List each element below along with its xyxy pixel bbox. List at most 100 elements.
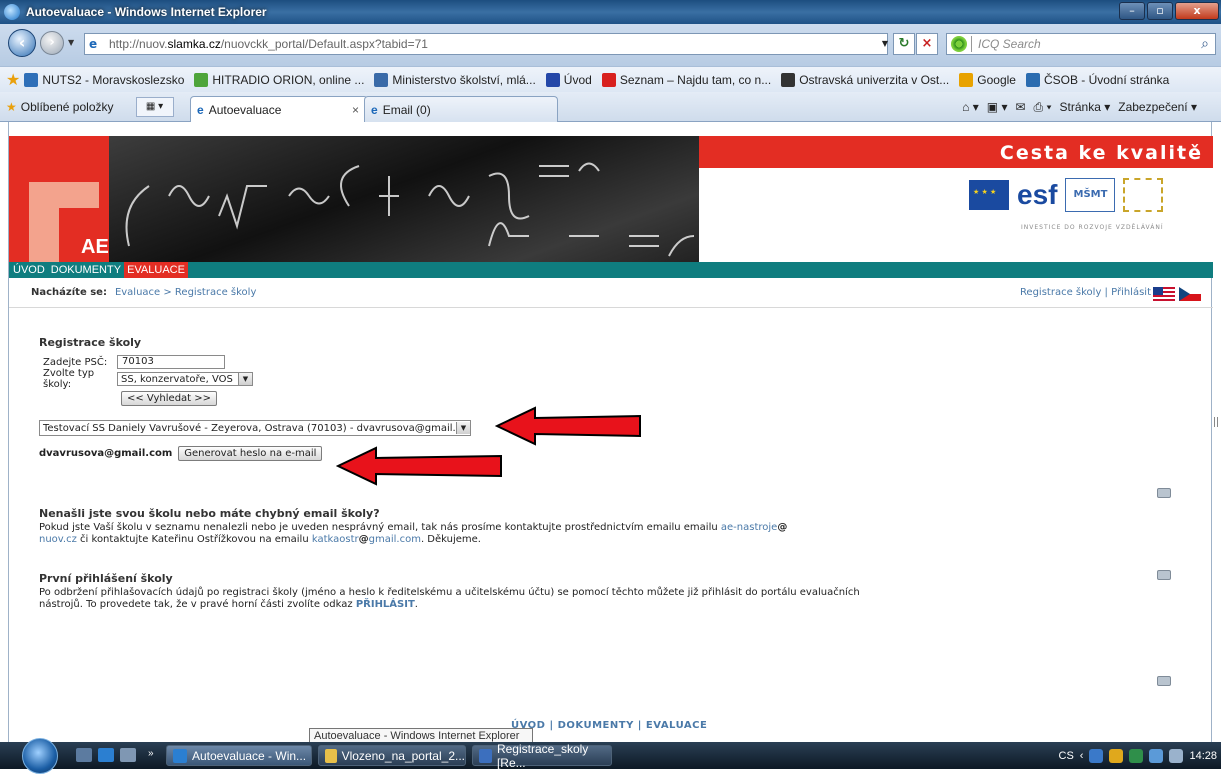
app-tray-icon[interactable]	[1129, 748, 1144, 763]
chevron-down-icon[interactable]: ▼	[238, 373, 252, 385]
stop-icon[interactable]: ×	[916, 33, 938, 55]
favorite-link[interactable]: Ministerstvo školství, mlá...	[374, 72, 536, 87]
chalk-formulas-icon	[125, 162, 695, 257]
favorite-link[interactable]: ČSOB - Úvodní stránka	[1025, 72, 1169, 87]
recent-pages-dropdown[interactable]: ▼	[68, 38, 74, 47]
help1-title: Nenašli jste svou školu nebo máte chybný…	[39, 507, 380, 520]
page-icon: e	[89, 37, 98, 51]
favorite-link[interactable]: Google	[959, 72, 1016, 87]
chevron-left-icon[interactable]: ‹	[1080, 750, 1084, 762]
page-content: AE Cesta ke kvalitě ★ ★ ★ esf MŠMT INVES…	[8, 122, 1213, 742]
footer-links[interactable]: ÚVOD | DOKUMENTY | EVALUACE	[511, 720, 707, 731]
menu-evaluace[interactable]: EVALUACE	[124, 262, 188, 278]
login-link[interactable]: PŘIHLÁSIT	[356, 599, 415, 610]
maximize-button[interactable]: ▫	[1147, 2, 1173, 20]
print-icon[interactable]: ⎙ ▾	[1034, 100, 1052, 115]
address-toolbar: ‹ › ▼ e http://nuov.slamka.cz/nuovckk_po…	[0, 24, 1221, 66]
scrollbar-grip[interactable]	[1214, 417, 1218, 427]
search-school-button[interactable]: << Vyhledat >>	[121, 390, 218, 406]
ie-page-icon: e	[371, 102, 378, 117]
breadcrumb-path[interactable]: Evaluace > Registrace školy	[115, 287, 256, 298]
language-indicator[interactable]: CS	[1059, 750, 1074, 762]
top-links[interactable]: Registrace školy | Přihlásit	[1020, 287, 1151, 298]
security-icon[interactable]	[1109, 748, 1124, 763]
favorite-site-icon	[601, 72, 616, 87]
menu-uvod[interactable]: ÚVOD	[9, 262, 48, 278]
page-menu[interactable]: Stránka ▾	[1060, 100, 1111, 114]
ie-quicklaunch-icon[interactable]	[98, 748, 114, 762]
print-icon[interactable]	[1157, 570, 1171, 580]
home-icon[interactable]: ⌂ ▾	[962, 100, 979, 114]
email-link-2[interactable]: katkaostr	[312, 534, 359, 545]
favorite-site-icon	[374, 72, 389, 87]
favorite-link[interactable]: Úvod	[545, 72, 592, 87]
help-missing-school: Nenašli jste svou školu nebo máte chybný…	[39, 507, 1199, 546]
network-icon[interactable]	[1089, 748, 1104, 763]
address-url[interactable]: http://nuov.slamka.cz/nuovckk_portal/Def…	[109, 37, 428, 51]
icq-flower-icon[interactable]	[951, 36, 967, 52]
favorite-link[interactable]: Ostravská univerzita v Ost...	[781, 72, 949, 87]
favorites-star-icon[interactable]: ★	[6, 70, 20, 90]
uk-flag-icon[interactable]	[1153, 287, 1175, 301]
psc-input[interactable]: 70103	[117, 355, 225, 369]
esf-logo: esf	[1017, 179, 1058, 210]
investice-text: INVESTICE DO ROZVOJE VZDĚLÁVÁNÍ	[1021, 224, 1164, 231]
close-tab-icon[interactable]: ×	[352, 103, 359, 117]
email-domain-link[interactable]: nuov.cz	[39, 534, 77, 545]
safety-menu[interactable]: Zabezpečení ▾	[1118, 100, 1197, 114]
forward-button[interactable]: ›	[40, 31, 64, 55]
refresh-icon[interactable]: ↻	[893, 33, 915, 55]
school-type-select[interactable]: SŠ, konzervatoře, VOŠ ▼	[117, 372, 253, 386]
speaker-icon[interactable]	[1169, 748, 1184, 763]
print-icon[interactable]	[1157, 488, 1171, 498]
favorite-site-icon	[1025, 72, 1040, 87]
tab-autoevaluace[interactable]: e Autoevaluace ×	[190, 96, 368, 122]
search-input[interactable]: ICQ Search	[978, 37, 1195, 51]
partner-logos: esf MŠMT	[969, 178, 1164, 212]
favorite-link[interactable]: Seznam – Najdu tam, co n...	[601, 72, 771, 87]
chevron-down-icon[interactable]: ▼	[456, 422, 470, 434]
help2-text: Po odbržení přihlašovacích údajů po regi…	[39, 587, 860, 610]
feeds-icon[interactable]: ▣ ▾	[987, 100, 1008, 114]
help-first-login: První přihlášení školy Po odbržení přihl…	[39, 572, 1199, 611]
type-row: Zvolte typ školy: SŠ, konzervatoře, VOŠ …	[39, 368, 1199, 390]
print-icon[interactable]	[1157, 676, 1171, 686]
show-desktop-icon[interactable]	[76, 748, 92, 762]
task-folder[interactable]: Vlozeno_na_portal_2...	[318, 745, 466, 766]
favorite-site-icon	[545, 72, 560, 87]
task-autoevaluace[interactable]: Autoevaluace - Win...	[166, 745, 312, 766]
favorites-button[interactable]: ★ Oblíbené položky	[6, 100, 114, 114]
close-button[interactable]: x	[1175, 2, 1219, 20]
cz-flag-icon[interactable]	[1179, 287, 1201, 301]
search-box[interactable]: ICQ Search ⌕	[946, 33, 1216, 55]
address-bar[interactable]: e http://nuov.slamka.cz/nuovckk_portal/D…	[84, 33, 888, 55]
minimize-button[interactable]: –	[1119, 2, 1145, 20]
monitor-icon[interactable]	[1149, 748, 1164, 763]
tab-email[interactable]: e Email (0)	[364, 96, 558, 122]
favorite-link[interactable]: HITRADIO ORION, online ...	[194, 72, 364, 87]
tab-row: ★ Oblíbené položky ▦ ▾ e Autoevaluace × e…	[0, 92, 1221, 122]
task-word[interactable]: Registrace_skoly [Re...	[472, 742, 612, 770]
address-dropdown-icon[interactable]: ▼	[878, 33, 892, 55]
menu-dokumenty[interactable]: DOKUMENTY	[48, 262, 124, 278]
back-button[interactable]: ‹	[8, 29, 36, 57]
search-icon[interactable]: ⌕	[1195, 36, 1215, 52]
chalkboard-image	[109, 136, 699, 262]
email-domain-link-2[interactable]: gmail.com	[369, 534, 421, 545]
generate-password-button[interactable]: Generovat heslo na e-mail	[178, 446, 323, 461]
switch-windows-icon[interactable]	[120, 748, 136, 762]
email-link[interactable]: ae-nastroje	[721, 522, 777, 533]
quick-tabs-button[interactable]: ▦ ▾	[135, 96, 174, 117]
ae-logo[interactable]: AE	[9, 136, 109, 262]
ie-icon	[4, 4, 20, 20]
breadcrumb: Nacházíte se: Evaluace > Registrace škol…	[9, 278, 1213, 308]
favorite-link[interactable]: NUTS2 - Moravskoslezsko	[24, 72, 184, 87]
quicklaunch-chevron[interactable]: »	[148, 748, 154, 759]
clock[interactable]: 14:28	[1189, 750, 1217, 762]
form-title: Registrace školy	[39, 336, 142, 349]
school-select[interactable]: Testovací SŠ Daniely Vavrušové - Zeyerov…	[39, 420, 471, 436]
ie-task-icon	[173, 748, 187, 763]
mail-icon[interactable]: ✉	[1015, 100, 1025, 114]
window-title-bar[interactable]: Autoevaluace - Windows Internet Explorer…	[0, 0, 1221, 24]
claim-bar: Cesta ke kvalitě	[699, 136, 1213, 168]
